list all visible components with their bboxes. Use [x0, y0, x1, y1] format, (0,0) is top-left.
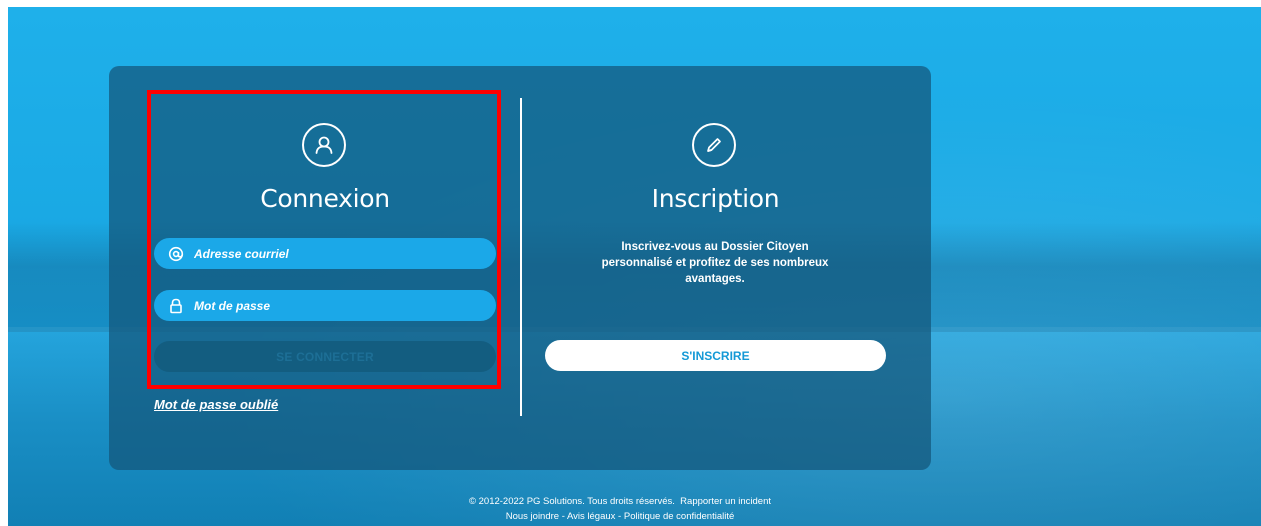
copyright-text: © 2012-2022 PG Solutions. Tous droits ré…	[468, 496, 675, 507]
signup-description: Inscrivez-vous au Dossier Citoyen person…	[601, 241, 829, 285]
signup-button[interactable]: S'INSCRIRE	[545, 340, 886, 371]
report-incident-link[interactable]: Rapporter un incident	[680, 496, 771, 507]
login-highlight-box	[147, 90, 501, 389]
legal-link[interactable]: Avis légaux	[567, 511, 615, 522]
footer-separator: -	[559, 511, 567, 522]
forgot-password-link[interactable]: Mot de passe oublié	[154, 397, 278, 412]
footer: © 2012-2022 PG Solutions. Tous droits ré…	[300, 494, 940, 524]
footer-line-2: Nous joindre - Avis légaux - Politique d…	[300, 509, 940, 524]
contact-link[interactable]: Nous joindre	[506, 511, 559, 522]
privacy-link[interactable]: Politique de confidentialité	[624, 511, 734, 522]
footer-separator: -	[615, 511, 624, 522]
signup-title: Inscription	[651, 184, 780, 213]
footer-line-1: © 2012-2022 PG Solutions. Tous droits ré…	[300, 494, 940, 509]
pencil-icon	[692, 123, 736, 167]
panel-divider	[520, 98, 522, 416]
